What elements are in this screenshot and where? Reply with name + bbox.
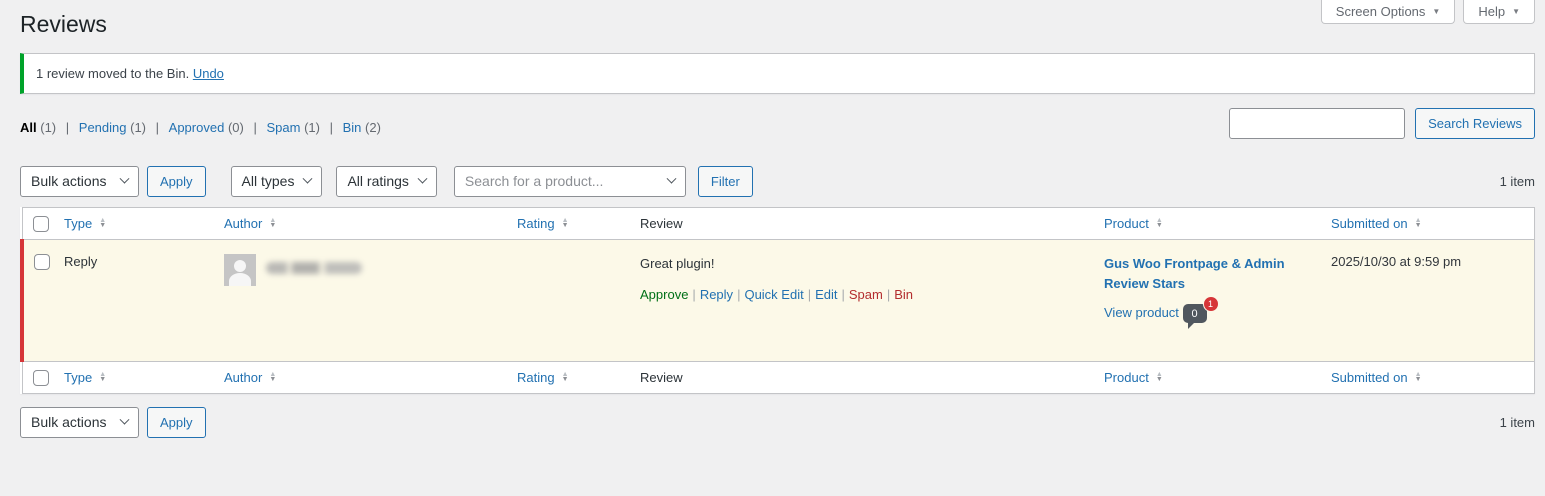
sort-author-header[interactable]: Author ▲ ▼	[224, 216, 276, 231]
page-title: Reviews	[20, 11, 107, 37]
approve-link[interactable]: Approve	[640, 287, 688, 302]
item-count: 1 item	[1499, 173, 1535, 189]
chevron-down-icon	[119, 173, 130, 184]
sort-icon: ▲ ▼	[1414, 371, 1422, 384]
sort-icon: ▲ ▼	[561, 371, 569, 384]
sort-rating-header[interactable]: Rating ▲ ▼	[517, 216, 569, 231]
product-search-select[interactable]: Search for a product...	[453, 165, 686, 197]
type-filter-select[interactable]: All types	[230, 165, 323, 197]
separator: |	[807, 286, 812, 302]
rating-filter-select[interactable]: All ratings	[336, 165, 437, 197]
separator: |	[329, 119, 333, 135]
sort-rating-header[interactable]: Rating ▲ ▼	[517, 370, 569, 385]
bulk-actions-select[interactable]: Bulk actions	[20, 165, 139, 197]
review-text: Great plugin!	[640, 255, 715, 271]
chevron-down-icon	[666, 173, 677, 184]
sort-icon: ▲ ▼	[1155, 217, 1163, 230]
sort-icon: ▲ ▼	[1155, 371, 1163, 384]
rating-cell	[507, 239, 630, 361]
apply-button-bottom[interactable]: Apply	[147, 406, 206, 438]
separator: |	[253, 119, 257, 135]
undo-link[interactable]: Undo	[193, 66, 224, 81]
spam-link[interactable]: Spam	[849, 287, 883, 302]
status-count: (0)	[227, 119, 244, 135]
review-header: Review	[640, 369, 683, 385]
sort-icon: ▲ ▼	[269, 217, 277, 230]
sort-submitted-header[interactable]: Submitted on ▲ ▼	[1331, 370, 1422, 385]
top-tabs: Screen Options ▼ Help ▼	[1320, 0, 1535, 24]
review-header: Review	[640, 215, 683, 231]
screen-options-label: Screen Options	[1335, 4, 1426, 19]
status-count: (1)	[304, 119, 320, 135]
chevron-down-icon	[417, 173, 428, 184]
apply-button[interactable]: Apply	[147, 165, 206, 197]
status-filter-list: All (1) | Pending (1) | Approved (0) | S…	[20, 120, 381, 135]
separator: |	[692, 286, 696, 302]
submitted-date: 2025/10/30 at 9:59 pm	[1331, 253, 1462, 269]
review-row: Reply Great plugin! Approve | Reply | Quick …	[20, 239, 1535, 362]
sort-type-header[interactable]: Type ▲ ▼	[64, 370, 106, 385]
bulk-actions-select-bottom[interactable]: Bulk actions	[20, 406, 139, 438]
status-filter-all[interactable]: All	[20, 120, 37, 135]
sort-icon: ▲ ▼	[1414, 217, 1422, 230]
table-footer-row: Type ▲ ▼ Author ▲ ▼ Rating ▲ ▼ Review Product ▲…	[22, 360, 1535, 394]
reply-link[interactable]: Reply	[700, 287, 733, 302]
search-box: Search Reviews	[1229, 107, 1535, 139]
item-count-bottom: 1 item	[1499, 414, 1535, 430]
separator: |	[886, 286, 891, 302]
pending-comments-badge: 1	[1202, 296, 1219, 313]
review-type-cell: Reply	[64, 253, 98, 269]
select-all-checkbox[interactable]	[32, 215, 49, 232]
sort-icon: ▲ ▼	[99, 371, 107, 384]
status-filter-spam[interactable]: Spam	[266, 120, 300, 135]
notice-banner: 1 review moved to the Bin. Undo	[20, 52, 1535, 94]
status-filter-approved[interactable]: Approved	[169, 120, 225, 135]
sort-icon: ▲ ▼	[561, 217, 569, 230]
status-count: (1)	[40, 119, 57, 135]
separator: |	[65, 119, 70, 135]
author-avatar	[224, 253, 256, 286]
sort-icon: ▲ ▼	[99, 217, 107, 230]
screen-options-button[interactable]: Screen Options ▼	[1320, 0, 1456, 24]
chevron-down-icon	[303, 173, 313, 184]
row-actions: Approve | Reply | Quick Edit | Edit | Spam | Bin	[640, 287, 1084, 302]
filter-button[interactable]: Filter	[697, 165, 753, 197]
sort-icon: ▲ ▼	[269, 371, 277, 384]
author-name-blurred	[266, 261, 362, 274]
status-count: (1)	[130, 119, 147, 135]
sort-author-header[interactable]: Author ▲ ▼	[224, 370, 276, 385]
chevron-down-icon: ▼	[1432, 6, 1441, 16]
edit-link[interactable]: Edit	[815, 287, 837, 302]
status-filter-bin[interactable]: Bin	[343, 120, 362, 135]
status-filter-pending[interactable]: Pending	[79, 120, 127, 135]
search-reviews-button[interactable]: Search Reviews	[1415, 107, 1535, 139]
sort-product-header[interactable]: Product ▲ ▼	[1104, 370, 1163, 385]
product-link[interactable]: Gus Woo Frontpage & Admin Review Stars	[1104, 254, 1304, 294]
bin-link[interactable]: Bin	[894, 287, 913, 302]
search-reviews-input[interactable]	[1229, 107, 1406, 139]
status-count: (2)	[365, 119, 381, 135]
notice-message: 1 review moved to the Bin.	[36, 65, 190, 81]
sort-type-header[interactable]: Type ▲ ▼	[64, 216, 106, 231]
sort-product-header[interactable]: Product ▲ ▼	[1104, 216, 1163, 231]
quick-edit-link[interactable]: Quick Edit	[744, 287, 803, 302]
chevron-down-icon: ▼	[1512, 6, 1520, 16]
select-all-checkbox-bottom[interactable]	[32, 369, 49, 386]
row-checkbox[interactable]	[34, 254, 50, 271]
separator: |	[841, 286, 845, 302]
reviews-table: Type ▲ ▼ Author ▲ ▼ Rating ▲ ▼ Review Product ▲…	[20, 206, 1535, 394]
help-button[interactable]: Help ▼	[1463, 0, 1535, 24]
table-header-row: Type ▲ ▼ Author ▲ ▼ Rating ▲ ▼ Review Product ▲…	[22, 207, 1535, 240]
separator: |	[737, 286, 741, 302]
sort-submitted-header[interactable]: Submitted on ▲ ▼	[1331, 216, 1422, 231]
view-product-link[interactable]: View product	[1104, 305, 1179, 320]
separator: |	[155, 119, 160, 135]
help-label: Help	[1478, 4, 1506, 19]
chevron-down-icon	[119, 414, 130, 425]
